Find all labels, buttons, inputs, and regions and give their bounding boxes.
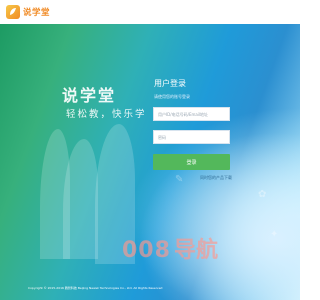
footer-copyright: Copyright © 2015-2016 腾智科技 Beijing Newsk… [28,286,163,290]
username-input[interactable] [153,107,230,121]
watermark-digits: 008 [122,238,171,263]
watermark-text: 导航 [173,238,218,263]
watermark: 008 导航 [122,232,218,264]
logo-icon [6,4,20,19]
brand-name: 说学堂 [62,86,117,105]
login-button[interactable]: 登录 [153,154,230,170]
top-bar: 说学堂 [0,0,300,24]
logo-text: 说学堂 [23,7,51,18]
logo-mark-svg [10,7,16,15]
doodle-icon: ✦ [270,229,279,240]
download-link[interactable]: 同时您的产品下载 [200,175,232,181]
doodle-icon: ✿ [258,189,267,200]
doodle-icon: ✎ [175,174,184,185]
login-title: 用户登录 [154,79,186,88]
login-hint: 请使用您的账号登录 [154,94,190,99]
brand-slogan: 轻松教，快乐学 [66,109,147,120]
site-logo[interactable]: 说学堂 [6,3,50,20]
password-input[interactable] [153,130,230,144]
